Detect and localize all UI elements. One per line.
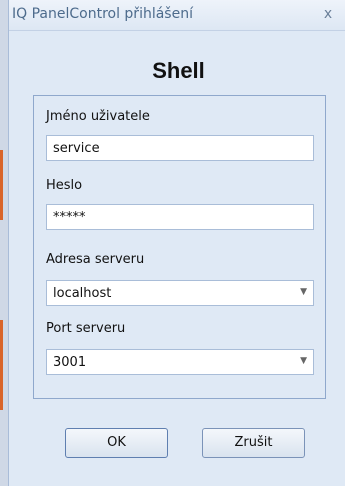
- chevron-down-icon[interactable]: ▼: [300, 287, 307, 297]
- server-address-value: localhost: [53, 286, 112, 301]
- ok-button[interactable]: OK: [65, 428, 168, 458]
- server-address-select[interactable]: localhost ▼: [46, 280, 314, 306]
- login-dialog: IQ PanelControl přihlášení x Shell Jméno…: [8, 0, 347, 486]
- username-label: Jméno uživatele: [46, 109, 150, 124]
- username-value: service: [53, 141, 100, 156]
- title-bar: IQ PanelControl přihlášení x: [9, 0, 347, 31]
- close-icon[interactable]: x: [320, 5, 336, 23]
- background-accent-bar: [0, 150, 3, 220]
- server-address-label: Adresa serveru: [46, 252, 145, 267]
- chevron-down-icon[interactable]: ▼: [300, 356, 307, 366]
- server-port-select[interactable]: 3001 ▼: [46, 349, 314, 375]
- server-port-label: Port serveru: [46, 321, 126, 336]
- dialog-heading: Shell: [152, 58, 205, 83]
- window-title: IQ PanelControl přihlášení: [12, 6, 193, 22]
- username-field[interactable]: service: [46, 135, 314, 161]
- password-label: Heslo: [46, 178, 83, 193]
- password-value: *****: [53, 210, 86, 225]
- password-field[interactable]: *****: [46, 204, 314, 230]
- login-form-panel: Jméno uživatele service Heslo ***** Adre…: [33, 95, 326, 399]
- background-accent-bar: [0, 320, 3, 410]
- server-port-value: 3001: [53, 355, 87, 370]
- cancel-button[interactable]: Zrušit: [202, 428, 305, 458]
